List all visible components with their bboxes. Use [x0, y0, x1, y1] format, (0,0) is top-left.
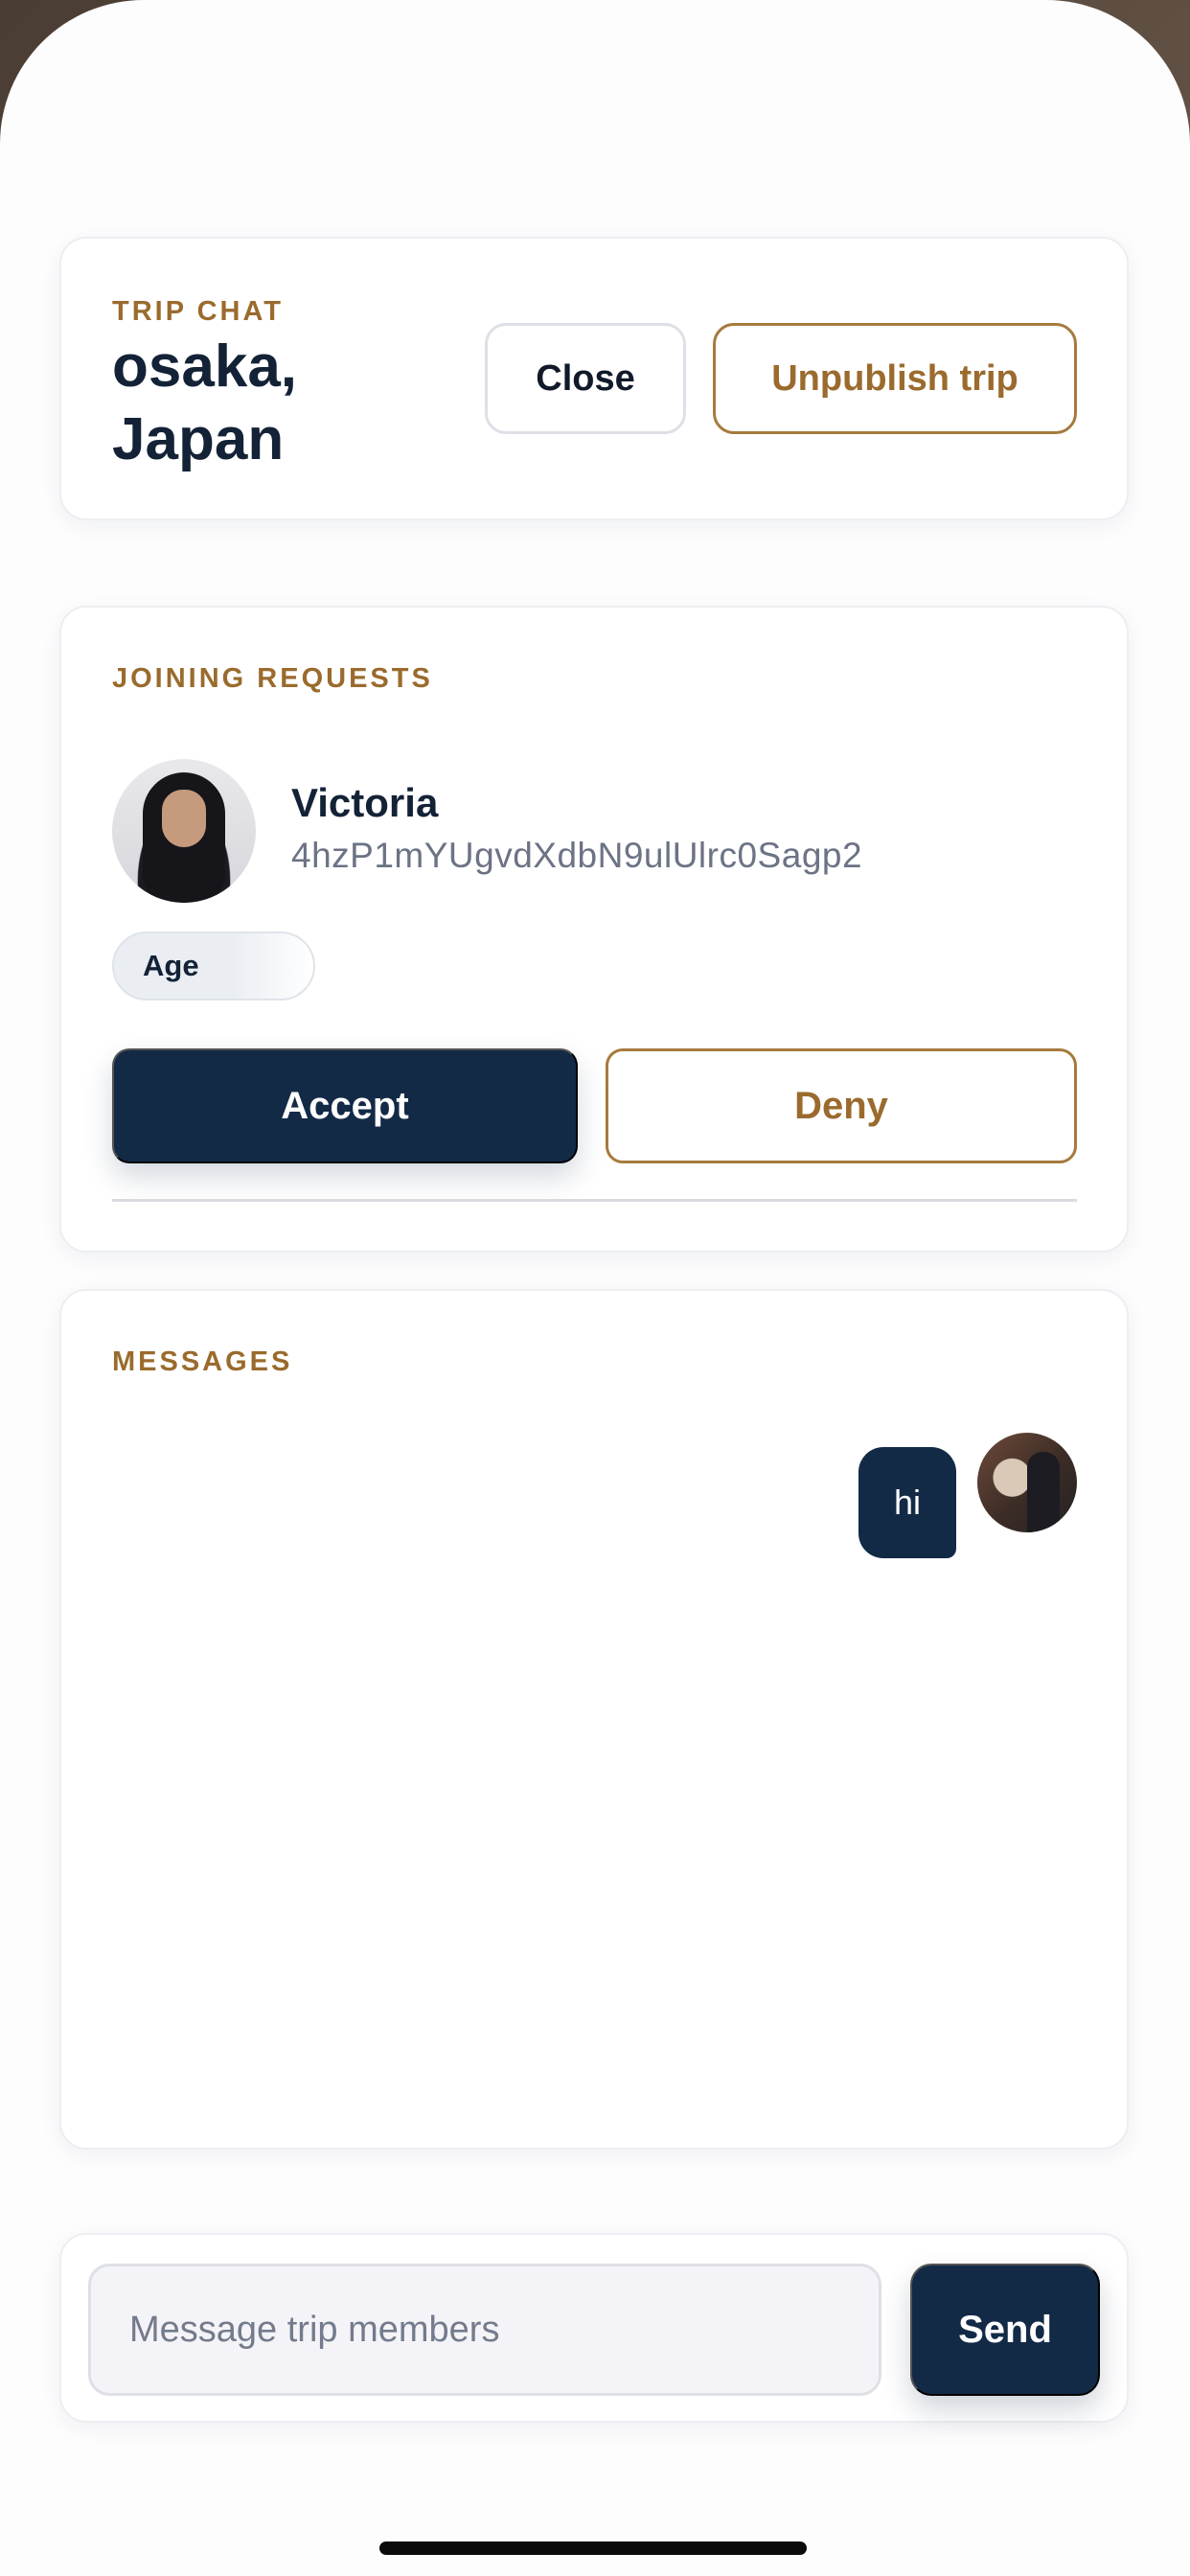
trip-header-card: TRIP CHAT osaka, Japan Close Unpublish t… — [59, 237, 1129, 520]
sender-avatar[interactable] — [977, 1433, 1077, 1532]
avatar-figure-shape — [1027, 1452, 1060, 1532]
avatar-face-shape — [162, 790, 206, 847]
requester-name: Victoria — [291, 780, 439, 825]
message-composer: Send — [59, 2233, 1129, 2423]
deny-button[interactable]: Deny — [606, 1048, 1077, 1163]
messages-eyebrow: MESSAGES — [112, 1346, 293, 1377]
age-chip: Age — [112, 932, 315, 1000]
close-button[interactable]: Close — [485, 323, 686, 434]
age-chip-label: Age — [143, 949, 199, 982]
home-indicator — [379, 2542, 807, 2555]
unpublish-trip-button[interactable]: Unpublish trip — [713, 323, 1077, 434]
joining-requests-eyebrow: JOINING REQUESTS — [112, 663, 433, 694]
messages-card: MESSAGES hi — [59, 1289, 1129, 2150]
request-divider — [112, 1199, 1077, 1202]
accept-button[interactable]: Accept — [112, 1048, 578, 1163]
trip-title: osaka, Japan — [112, 334, 298, 472]
joining-requests-card: JOINING REQUESTS Victoria 4hzP1mYUgvdXdb… — [59, 606, 1129, 1253]
requester-user-id: 4hzP1mYUgvdXdbN9ulUlrc0Sagp2 — [291, 836, 863, 875]
requester-avatar[interactable] — [112, 759, 256, 903]
message-input[interactable] — [88, 2264, 881, 2396]
message-bubble[interactable]: hi — [858, 1447, 956, 1558]
app-screen: TRIP CHAT osaka, Japan Close Unpublish t… — [0, 0, 1190, 2576]
send-button[interactable]: Send — [910, 2264, 1100, 2396]
trip-chat-eyebrow: TRIP CHAT — [112, 296, 284, 327]
message-text: hi — [893, 1483, 922, 1522]
